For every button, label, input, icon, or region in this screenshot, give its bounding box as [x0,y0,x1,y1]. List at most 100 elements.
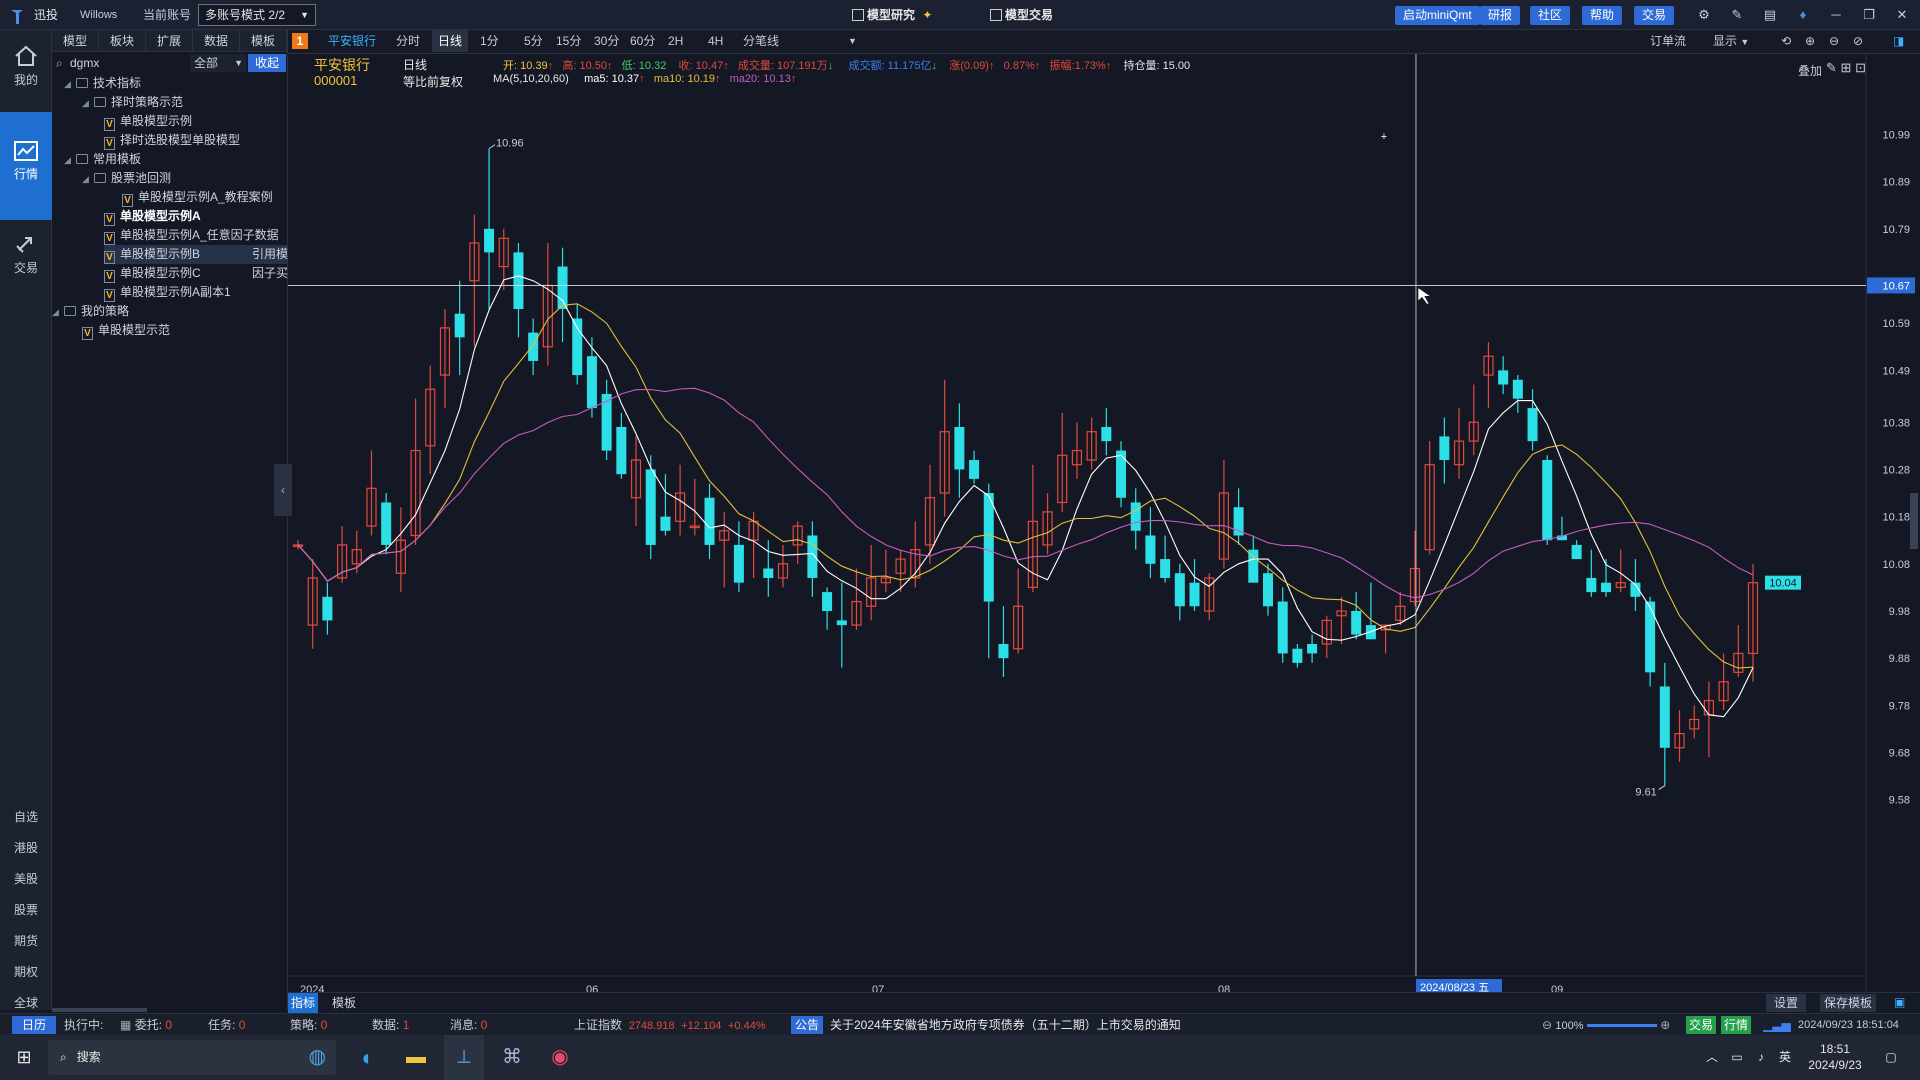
scope-select[interactable]: 全部 ▼ [190,54,246,72]
camera-app-icon[interactable]: ◉ [540,1035,580,1080]
nav-quote[interactable]: 行情 [0,112,52,220]
market-hk[interactable]: 港股 [0,839,52,856]
market-options[interactable]: 期权 [0,963,52,980]
stock-name-tab[interactable]: 平安银行 [328,30,376,52]
zoom-in-icon[interactable]: ⊕ [1805,30,1815,52]
save-template-button[interactable]: 保存模板 [1820,994,1876,1012]
kline-chart[interactable]: 10.99 10.89 10.79 10.59 10.49 10.38 10.28 10.18… [288,54,1920,1000]
alert-badge[interactable]: 1 [292,33,308,49]
minimize-icon[interactable]: ─ [1827,6,1845,24]
trade-button[interactable]: 交易 [1634,6,1675,25]
tab-extend[interactable]: 扩展 [146,30,193,51]
tree-item[interactable]: V 择时选股模型单股模型 [104,131,240,150]
chevron-down-icon[interactable]: ◢ [64,151,72,170]
tree-item[interactable]: V 单股模型示例B 引用模 [104,245,288,264]
layout-icon[interactable]: ▤ [1761,6,1779,24]
data-status[interactable]: 数据: 1 [372,1014,409,1036]
order-flow-button[interactable]: 订单流 [1650,30,1686,52]
zoom-out-icon[interactable]: ⊖ [1542,1018,1552,1032]
chart-scroll-handle[interactable] [1910,493,1918,549]
folder-icon[interactable]: ▬ [396,1035,436,1080]
period-tab-4[interactable]: 15分 [556,30,581,52]
nav-trade[interactable]: 交易 [0,232,52,292]
account-mode-select[interactable]: 多账号模式 2/2 ▼ [198,4,316,26]
collapse-left-arrow-icon[interactable]: ‹ [274,464,292,516]
gear-icon[interactable]: ⚙ [1695,6,1713,24]
help-button[interactable]: 帮助 [1582,6,1623,25]
period-tab-2[interactable]: 1分 [480,30,499,52]
tree-scrollbar[interactable] [52,1008,147,1012]
market-us[interactable]: 美股 [0,870,52,887]
tree-item[interactable]: V 单股模型示例 [104,112,192,131]
restore-icon[interactable]: ❐ [1860,6,1878,24]
chevron-down-icon[interactable]: ◢ [82,94,90,113]
taskbar-search[interactable]: ⌕ 搜索 ◍ [48,1040,336,1075]
nav-mine[interactable]: 我的 [0,44,52,104]
index-ticker[interactable]: 上证指数 2748.918 +12.104 +0.44% [574,1014,766,1037]
tab-data[interactable]: 数据 [193,30,240,51]
zoom-slider[interactable] [1586,1024,1657,1028]
zoom-control[interactable]: ⊖ 100% ⊕ [1542,1014,1670,1037]
period-tab-6[interactable]: 60分 [630,30,655,52]
xuntou-taskbar-icon[interactable]: ⟂ [444,1035,484,1080]
strategy-status[interactable]: 策略: 0 [290,1014,327,1036]
panel-icon[interactable]: ▣ [1894,995,1905,1009]
trade-status-badge[interactable]: 交易 [1686,1016,1717,1034]
tab-template[interactable]: 模板 [240,30,287,51]
display-menu[interactable]: 显示 ▼ [1713,30,1749,52]
quote-status-badge[interactable]: 行情 [1721,1016,1752,1034]
tab-model-trade[interactable]: 模型交易 [990,0,1053,30]
refresh-icon[interactable]: ⟲ [1781,30,1791,52]
edit-icon[interactable]: ✎ [1728,6,1746,24]
period-tab-7[interactable]: 2H [668,30,683,52]
edge-icon[interactable]: ◐ [348,1035,388,1080]
entrust-status[interactable]: ▦ 委托: 0 [120,1014,172,1036]
tab-sector[interactable]: 板块 [99,30,146,51]
message-status[interactable]: 消息: 0 [450,1014,487,1036]
notification-icon[interactable]: ▢ [1876,1035,1906,1080]
tree-item[interactable]: ◢ 股票池回测 [82,169,171,188]
period-tab-8[interactable]: 4H [708,30,723,52]
community-button[interactable]: 社区 [1530,6,1571,25]
period-chevron-down-icon[interactable]: ▼ [848,30,857,52]
tree-item[interactable]: V 单股模型示例C 因子买 [104,264,288,283]
reset-icon[interactable]: ⊘ [1853,30,1863,52]
close-icon[interactable]: ✕ [1893,6,1911,24]
zoom-in-icon[interactable]: ⊕ [1660,1018,1670,1032]
volume-icon[interactable]: ♪ [1750,1035,1772,1080]
tree-item[interactable]: V 单股模型示例A副本1 [104,283,231,302]
taskbar-clock[interactable]: 18:51 2024/9/23 [1800,1035,1870,1080]
period-tab-0[interactable]: 分时 [396,30,420,52]
calendar-button[interactable]: 日历 [12,1016,57,1034]
research-report-button[interactable]: 研报 [1480,6,1521,25]
market-stock[interactable]: 股票 [0,901,52,918]
shirt-icon[interactable]: ♦ [1794,6,1812,24]
network-app-icon[interactable]: ⌘ [492,1035,532,1080]
start-miniqmt-button[interactable]: 启动miniQmt [1395,6,1480,25]
tree-item[interactable]: ◢ 常用模板 [64,150,141,169]
tree-item[interactable]: V 单股模型示例A_教程案例 [122,188,273,207]
network-icon[interactable]: ▭ [1726,1035,1748,1080]
market-watchlist[interactable]: 自选 [0,808,52,825]
tray-chevron-up-icon[interactable]: ︿ [1700,1035,1724,1080]
tree-item[interactable]: ◢ 我的策略 [52,302,129,321]
tab-model[interactable]: 模型 [52,30,99,51]
windows-start-icon[interactable]: ⊞ [8,1035,40,1080]
ime-indicator[interactable]: 英 [1774,1035,1796,1080]
chevron-down-icon[interactable]: ◢ [52,303,60,322]
settings-button[interactable]: 设置 [1766,994,1806,1012]
user-name[interactable]: Willows [80,0,117,30]
tab-model-research[interactable]: 模型研究 ✦ [852,0,932,30]
search-input[interactable]: dgmx [70,56,188,70]
tab-indicator[interactable]: 指标 [288,993,318,1013]
market-global[interactable]: 全球 [0,994,52,1011]
collapse-button[interactable]: 收起 [248,54,286,72]
period-tab-5[interactable]: 30分 [594,30,619,52]
period-tab-1[interactable]: 日线 [432,30,469,52]
task-status[interactable]: 任务: 0 [208,1014,245,1036]
tree-item[interactable]: ◢ 技术指标 [64,74,141,93]
tree-item[interactable]: V 单股模型示例A_任意因子数据 [104,226,279,245]
period-tab-9[interactable]: 分笔线 [743,30,779,52]
zoom-out-icon[interactable]: ⊖ [1829,30,1839,52]
panel-toggle-icon[interactable]: ◨ [1893,30,1904,52]
